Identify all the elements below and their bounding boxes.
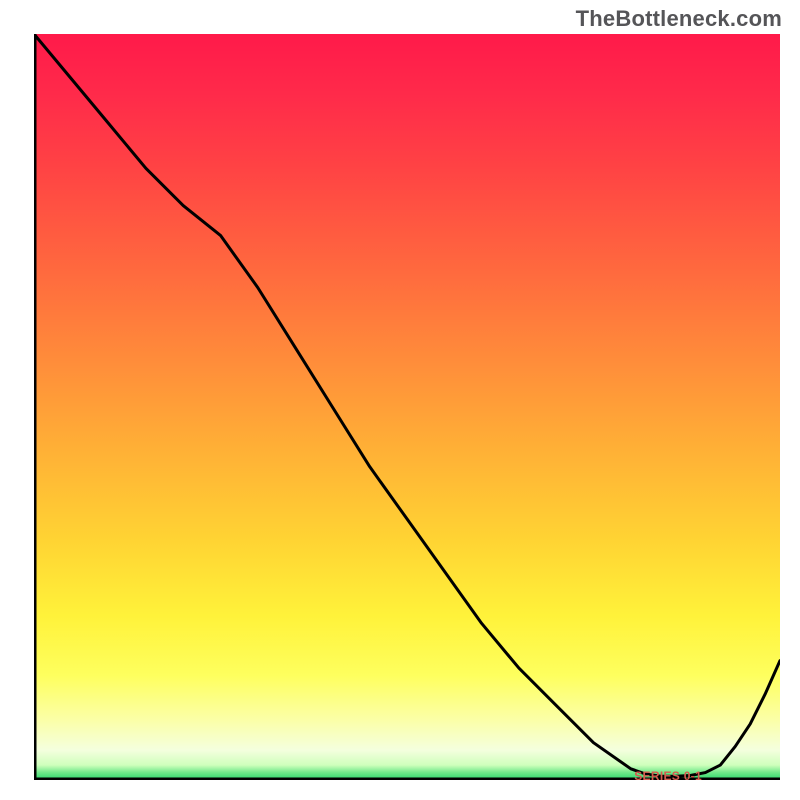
watermark-text: TheBottleneck.com — [576, 6, 782, 32]
series-label: SERIES 0-1 — [634, 769, 702, 783]
heat-gradient-background — [34, 34, 780, 780]
plot-area: SERIES 0-1 — [34, 34, 780, 780]
chart-stage: TheBottleneck.com SERIES 0-1 — [0, 0, 800, 800]
